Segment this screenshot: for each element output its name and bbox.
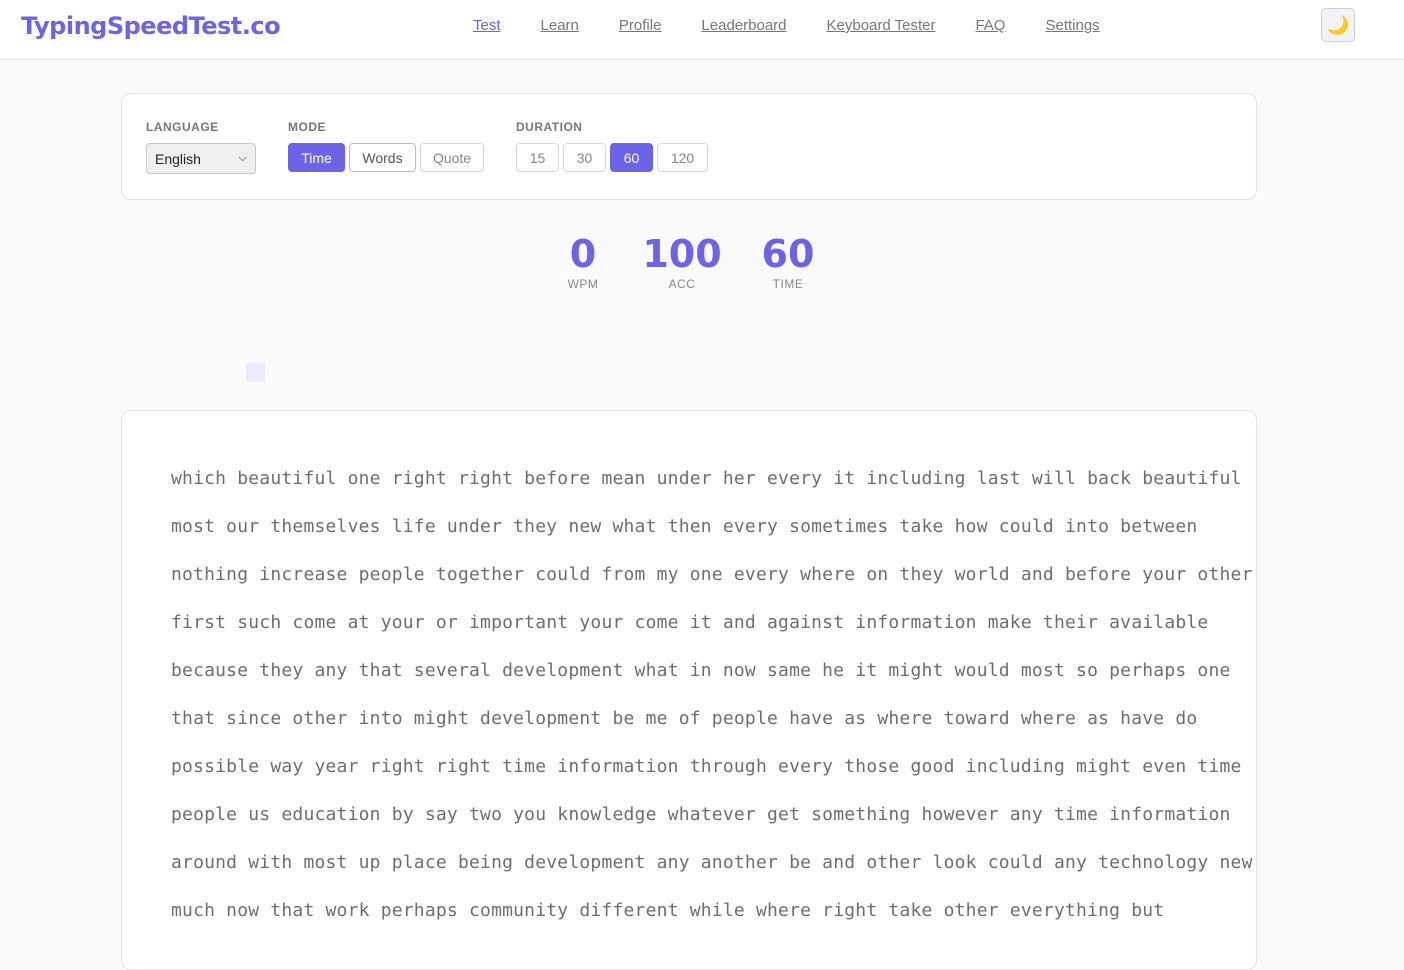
stat-wpm: 0 WPM	[553, 233, 613, 291]
text-line: which beautiful one right right before m…	[171, 468, 1242, 489]
time-label: TIME	[772, 277, 804, 291]
nav-profile[interactable]: Profile	[619, 17, 662, 34]
duration-120-button[interactable]: 120	[657, 143, 708, 172]
theme-toggle-button[interactable]: 🌙	[1321, 8, 1355, 42]
nav-leaderboard[interactable]: Leaderboard	[701, 17, 786, 34]
top-header: TypingSpeedTest.co Test Learn Profile Le…	[0, 0, 1404, 60]
nav-test[interactable]: Test	[473, 17, 501, 34]
text-line: around with most up place being developm…	[171, 852, 1253, 873]
decorative-square	[246, 363, 265, 382]
chevron-down-icon: ⌵	[238, 152, 247, 164]
language-group: LANGUAGE English ⌵	[146, 120, 256, 174]
stat-accuracy: 100 ACC	[642, 233, 722, 291]
main-nav: Test Learn Profile Leaderboard Keyboard …	[473, 17, 1140, 34]
site-logo[interactable]: TypingSpeedTest.co	[21, 12, 281, 40]
duration-label: DURATION	[516, 120, 583, 134]
wpm-label: WPM	[567, 277, 599, 291]
time-value: 60	[761, 232, 815, 276]
text-line: nothing increase people together could f…	[171, 564, 1253, 585]
text-line: possible way year right right time infor…	[171, 756, 1242, 777]
language-value: English	[155, 150, 201, 167]
nav-settings[interactable]: Settings	[1045, 17, 1099, 34]
nav-learn[interactable]: Learn	[541, 17, 579, 34]
accuracy-value: 100	[642, 232, 722, 276]
text-line: much now that work perhaps community dif…	[171, 900, 1165, 921]
text-line: that since other into might development …	[171, 708, 1198, 729]
wpm-value: 0	[569, 232, 597, 276]
mode-group: MODE Time Words Quote	[288, 120, 484, 172]
duration-15-button[interactable]: 15	[516, 143, 559, 172]
language-label: LANGUAGE	[146, 120, 219, 134]
duration-group: DURATION 15 30 60 120	[516, 120, 708, 172]
moon-icon: 🌙	[1326, 14, 1350, 35]
nav-faq[interactable]: FAQ	[975, 17, 1005, 34]
test-settings-panel: LANGUAGE English ⌵ MODE Time Words Quote…	[121, 93, 1257, 200]
word-lines: which beautiful one right right before m…	[171, 465, 1253, 945]
text-line: people us education by say two you knowl…	[171, 804, 1231, 825]
duration-60-button[interactable]: 60	[610, 143, 653, 172]
mode-quote-button[interactable]: Quote	[420, 143, 484, 172]
typing-area[interactable]: which beautiful one right right before m…	[121, 410, 1257, 970]
accuracy-label: ACC	[668, 277, 696, 291]
mode-label: MODE	[288, 120, 326, 134]
nav-keyboard-tester[interactable]: Keyboard Tester	[827, 17, 936, 34]
language-select[interactable]: English ⌵	[146, 143, 256, 174]
duration-30-button[interactable]: 30	[563, 143, 606, 172]
text-line: first such come at your or important you…	[171, 612, 1209, 633]
stat-time: 60 TIME	[757, 233, 819, 291]
mode-words-button[interactable]: Words	[349, 143, 416, 172]
text-line: most our themselves life under they new …	[171, 516, 1198, 537]
mode-time-button[interactable]: Time	[288, 143, 345, 172]
text-line: because they any that several developmen…	[171, 660, 1231, 681]
